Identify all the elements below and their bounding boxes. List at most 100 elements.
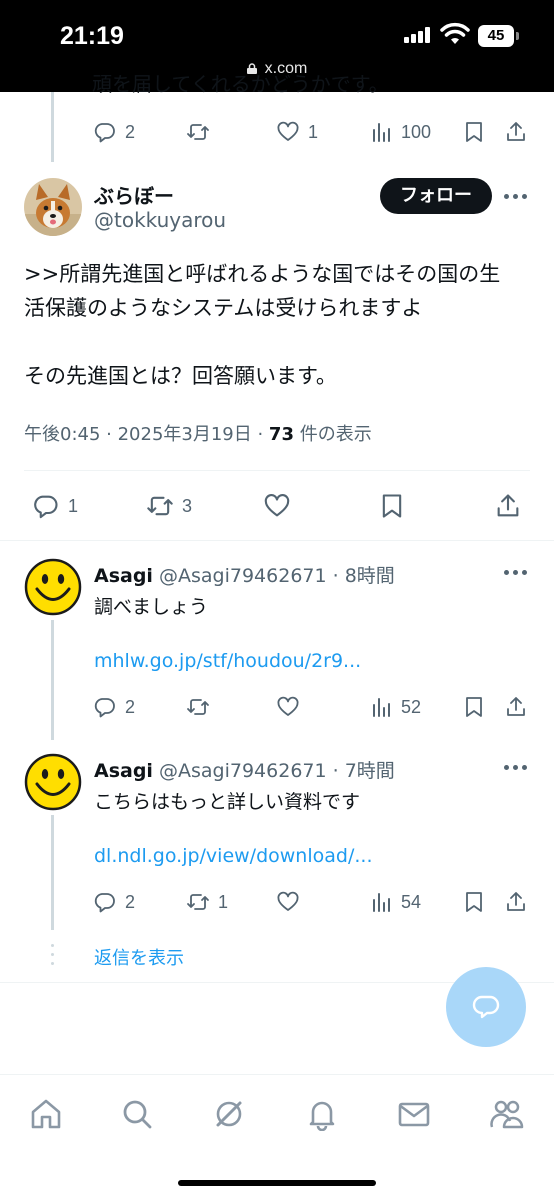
home-icon[interactable] (29, 1097, 63, 1131)
bookmark-button[interactable] (462, 887, 486, 917)
communities-icon[interactable] (490, 1097, 524, 1131)
retweet-icon (147, 496, 173, 516)
reply-link[interactable]: mhlw.go.jp/stf/houdou/2r9... (94, 650, 361, 672)
bookmark-button[interactable] (462, 692, 486, 722)
retweet-count: 3 (182, 495, 193, 516)
messages-icon[interactable] (397, 1097, 431, 1131)
share-icon (507, 892, 525, 911)
display-name[interactable]: Asagi (94, 565, 153, 587)
bookmark-icon (382, 494, 402, 518)
share-button[interactable] (504, 887, 528, 917)
heart-icon (264, 494, 290, 517)
home-indicator (178, 1180, 376, 1186)
reply-icon (34, 495, 58, 519)
compose-reply-button[interactable] (446, 967, 526, 1047)
reply-header: Asagi @Asagi79462671 · 8時間 (94, 561, 395, 588)
views-button[interactable]: 52 (369, 692, 421, 722)
reply-count: 1 (68, 495, 79, 516)
retweet-button[interactable] (186, 117, 210, 147)
heart-icon (277, 891, 299, 911)
like-button[interactable]: 1 (276, 117, 318, 147)
reply-count: 2 (125, 121, 136, 142)
cellular-signal-icon (404, 27, 434, 43)
display-name[interactable]: Asagi (94, 760, 153, 782)
battery-indicator: 45 (478, 25, 519, 47)
reply-text: こちらはもっと詳しい資料です (94, 791, 361, 813)
retweet-count: 1 (218, 891, 229, 912)
views-button[interactable]: 100 (369, 117, 431, 147)
tweet-actions: 1 3 (0, 491, 554, 521)
notifications-icon[interactable] (305, 1097, 339, 1131)
display-name[interactable]: ぶらぼー (94, 180, 174, 209)
divider (0, 540, 554, 541)
reply-icon (94, 893, 115, 913)
smiley-avatar[interactable] (24, 753, 82, 811)
reply-count: 2 (125, 696, 136, 717)
reply-icon (94, 123, 115, 143)
retweet-icon (187, 124, 209, 140)
more-options-icon[interactable] (504, 762, 528, 772)
handle-time: @Asagi79462671 · 7時間 (152, 760, 395, 782)
retweet-button[interactable] (186, 692, 210, 722)
heart-icon (277, 696, 299, 716)
tweet-meta: 午後0:45 · 2025年3月19日 · 73 件の表示 (24, 420, 372, 446)
show-replies-link[interactable]: 返信を表示 (94, 944, 184, 970)
views-count: 100 (401, 121, 432, 142)
retweet-button[interactable]: 3 (146, 491, 192, 521)
tweet-actions: 2 1 100 (0, 117, 554, 147)
bookmark-icon (466, 697, 482, 717)
reply-link[interactable]: dl.ndl.go.jp/view/download/... (94, 845, 372, 867)
bookmark-icon (466, 892, 482, 912)
status-time: 21:19 (60, 22, 124, 50)
avatar[interactable] (24, 178, 82, 236)
grok-icon[interactable] (212, 1097, 246, 1131)
more-options-icon[interactable] (504, 567, 528, 577)
retweet-icon (187, 894, 209, 910)
tweet-body-line: >>所謂先進国と呼ばれるような国ではその国の生 (24, 262, 501, 286)
reply-icon (94, 698, 115, 718)
thread-continuation-dots (51, 944, 54, 971)
views-icon (373, 698, 390, 717)
views-count: 54 (401, 891, 422, 912)
user-handle[interactable]: @tokkuyarou (94, 208, 226, 232)
reply-button[interactable]: 2 (93, 692, 135, 722)
share-button[interactable] (494, 491, 522, 521)
reply-count: 2 (125, 891, 136, 912)
views-count: 52 (401, 696, 422, 717)
bookmark-button[interactable] (378, 491, 406, 521)
thread-line (51, 620, 54, 740)
bookmark-button[interactable] (462, 117, 486, 147)
reply-button[interactable]: 1 (32, 491, 78, 521)
views-label: 件の表示 (293, 424, 372, 445)
reply-button[interactable]: 2 (93, 117, 135, 147)
tweet-actions: 2 52 (0, 692, 554, 722)
reply-button[interactable]: 2 (93, 887, 135, 917)
chat-bubble-icon (472, 995, 500, 1019)
views-button[interactable]: 54 (369, 887, 421, 917)
like-button[interactable] (276, 887, 300, 917)
tweet-timestamp[interactable]: 午後0:45 · 2025年3月19日 · (24, 424, 269, 445)
like-count: 1 (308, 121, 319, 142)
reply-text: 調べましょう (94, 596, 209, 618)
dog-avatar-image (24, 178, 82, 236)
bookmark-icon (466, 122, 482, 142)
tweet-body-line: その先進国とは？回答願います。 (24, 364, 337, 388)
views-count: 73 (268, 424, 294, 445)
divider (24, 470, 530, 471)
share-icon (507, 122, 525, 141)
handle-time: @Asagi79462671 · 8時間 (152, 565, 395, 587)
share-button[interactable] (504, 692, 528, 722)
share-button[interactable] (504, 117, 528, 147)
follow-button[interactable]: フォロー (380, 178, 492, 214)
more-options-icon[interactable] (504, 191, 528, 201)
like-button[interactable] (276, 692, 300, 722)
tweet-actions: 2 1 54 (0, 887, 554, 917)
views-icon (373, 123, 390, 142)
heart-icon (277, 121, 299, 141)
retweet-button[interactable]: 1 (186, 887, 228, 917)
reply-header: Asagi @Asagi79462671 · 7時間 (94, 756, 395, 783)
smiley-avatar[interactable] (24, 558, 82, 616)
share-icon (497, 494, 519, 517)
search-icon[interactable] (120, 1097, 154, 1131)
like-button[interactable] (263, 491, 291, 521)
